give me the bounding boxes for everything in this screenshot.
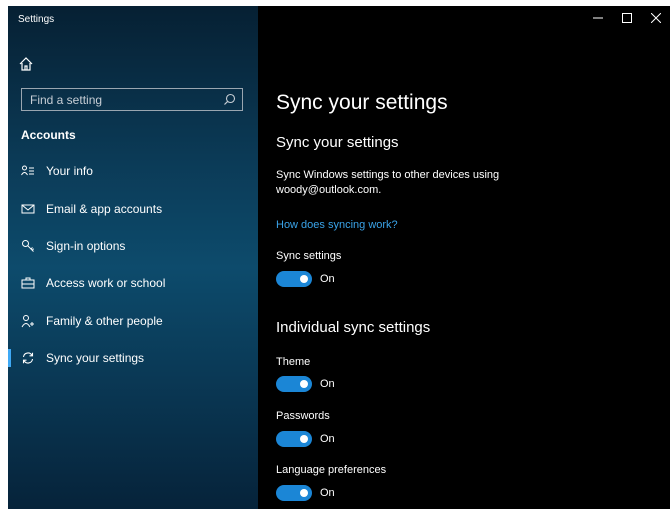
toggle-knob [300, 380, 308, 388]
sync-settings-toggle[interactable] [276, 271, 312, 287]
main-pane: Sync your settings Sync your settings Sy… [258, 6, 670, 509]
toggle-knob [300, 435, 308, 443]
briefcase-icon [20, 275, 36, 291]
section-heading: Accounts [21, 128, 76, 142]
sidebar-item-sync-settings[interactable]: Sync your settings [8, 343, 258, 373]
help-link[interactable]: How does syncing work? [276, 219, 398, 231]
sync-icon [20, 350, 36, 366]
minimize-icon [593, 17, 603, 19]
home-button[interactable] [16, 54, 36, 74]
sidebar-item-label: Sign-in options [46, 239, 126, 253]
page-title: Sync your settings [276, 91, 448, 114]
sync-description: Sync Windows settings to other devices u… [276, 169, 500, 196]
sidebar-item-family[interactable]: Family & other people [8, 306, 258, 336]
passwords-toggle[interactable] [276, 431, 312, 447]
language-preferences-toggle-row: On [276, 485, 335, 501]
sidebar-item-label: Email & app accounts [46, 202, 163, 216]
sidebar-item-label: Your info [46, 164, 93, 178]
theme-toggle[interactable] [276, 376, 312, 392]
maximize-button[interactable] [615, 8, 639, 28]
toggle-knob [300, 275, 308, 283]
search-input[interactable] [22, 89, 212, 110]
sync-settings-label: Sync settings [276, 250, 342, 262]
sidebar-item-sign-in-options[interactable]: Sign-in options [8, 231, 258, 261]
language-preferences-label: Language preferences [276, 464, 387, 476]
app-title: Settings [18, 14, 55, 25]
sidebar-item-label: Family & other people [46, 314, 163, 328]
add-person-icon [20, 313, 36, 329]
search-box[interactable] [21, 88, 243, 111]
section-title-sync: Sync your settings [276, 134, 399, 151]
toggle-state-text: On [320, 378, 335, 390]
sidebar-item-access-work[interactable]: Access work or school [8, 268, 258, 298]
sidebar-item-label: Sync your settings [46, 351, 145, 365]
maximize-icon [622, 13, 632, 23]
person-card-icon [20, 163, 36, 179]
section-title-individual: Individual sync settings [276, 319, 431, 336]
sidebar-item-label: Access work or school [46, 276, 166, 290]
key-icon [20, 238, 36, 254]
home-icon [19, 57, 33, 71]
close-icon [651, 13, 661, 23]
theme-toggle-row: On [276, 376, 335, 392]
toggle-state-text: On [320, 273, 335, 285]
toggle-state-text: On [320, 487, 335, 499]
search-icon[interactable] [223, 93, 236, 106]
toggle-state-text: On [320, 433, 335, 445]
close-button[interactable] [644, 8, 668, 28]
envelope-icon [20, 201, 36, 217]
sidebar: Settings Accounts [8, 6, 258, 509]
sync-settings-toggle-row: On [276, 271, 335, 287]
language-preferences-toggle[interactable] [276, 485, 312, 501]
toggle-knob [300, 489, 308, 497]
sidebar-item-email-accounts[interactable]: Email & app accounts [8, 194, 258, 224]
passwords-toggle-row: On [276, 431, 335, 447]
minimize-button[interactable] [586, 8, 610, 28]
settings-window: Settings Accounts [8, 6, 670, 509]
sidebar-item-your-info[interactable]: Your info [8, 156, 258, 186]
passwords-label: Passwords [276, 410, 330, 422]
theme-label: Theme [276, 356, 311, 368]
